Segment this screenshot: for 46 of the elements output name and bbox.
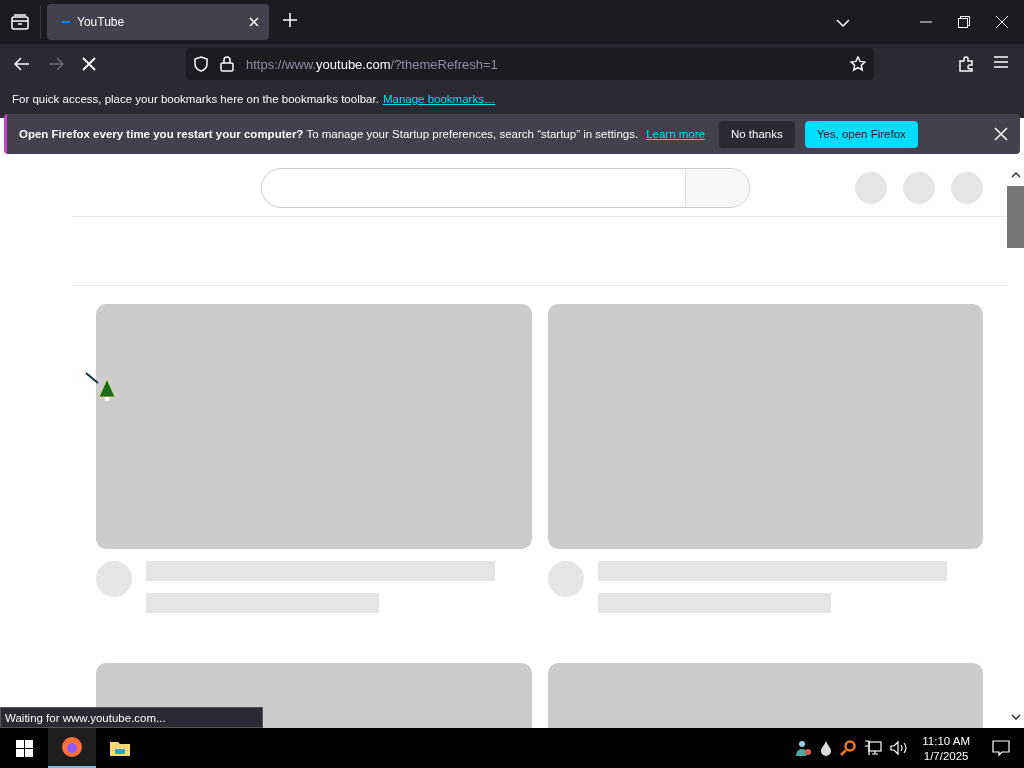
tab-list-icon[interactable] [11, 14, 29, 30]
lock-icon [220, 56, 234, 72]
folder-icon[interactable] [109, 739, 131, 757]
icon-placeholder [903, 172, 935, 204]
tab-title: YouTube [77, 15, 126, 29]
browser-tab[interactable]: YouTube [47, 4, 269, 40]
url-text: https://www.youtube.com/?themeRefresh=1 [246, 56, 499, 72]
address-bar[interactable]: https://www.youtube.com/?themeRefresh=1 [186, 48, 874, 80]
list-tabs-icon[interactable] [836, 19, 850, 27]
scrollbar-thumb[interactable] [1007, 186, 1024, 248]
stop-icon[interactable] [82, 57, 96, 71]
volume-icon[interactable] [890, 740, 909, 756]
close-icon[interactable] [249, 17, 259, 27]
tree-cursor-icon [84, 371, 118, 403]
close-icon[interactable] [994, 127, 1008, 141]
bookmark-star-icon[interactable] [850, 56, 866, 72]
scroll-down-icon[interactable] [1010, 714, 1021, 720]
avatar-placeholder [548, 561, 584, 597]
manage-bookmarks-link[interactable]: Manage bookmarks… [382, 93, 496, 105]
windows-start-icon[interactable] [15, 739, 33, 757]
close-window-icon[interactable] [996, 16, 1008, 28]
drop-icon[interactable] [820, 740, 833, 756]
scroll-up-icon[interactable] [1010, 172, 1021, 178]
notification-center-icon[interactable] [992, 739, 1010, 757]
open-firefox-button[interactable]: Yes, open Firefox [804, 120, 918, 148]
new-tab-icon[interactable] [283, 13, 297, 27]
shield-icon [194, 56, 208, 72]
network-icon[interactable] [864, 740, 883, 756]
clock-date[interactable]: 1/7/2025 [923, 749, 969, 762]
avatar-placeholder [96, 561, 132, 597]
back-icon[interactable] [14, 57, 30, 71]
menu-icon[interactable] [994, 56, 1008, 68]
magnifier-icon[interactable] [840, 740, 857, 756]
taskbar-app[interactable] [48, 728, 96, 768]
bookmarks-hint: For quick access, place your bookmarks here on the bookmarks toolbar. [12, 93, 379, 105]
status-text: Waiting for www.youtube.com... [0, 707, 263, 728]
icon-placeholder [855, 172, 887, 204]
people-icon[interactable] [794, 739, 813, 757]
no-thanks-button[interactable]: No thanks [718, 120, 795, 148]
firefox-icon[interactable] [61, 736, 83, 758]
learn-more-link[interactable]: Learn more [646, 128, 705, 140]
notification-message: Open Firefox every time you restart your computer? To manage your Startup preferences, search “startup” in settings. [19, 128, 639, 140]
avatar-placeholder [951, 172, 983, 204]
clock-time[interactable]: 11:10 AM [922, 734, 970, 747]
restore-icon[interactable] [958, 16, 970, 28]
extensions-icon[interactable] [958, 56, 974, 72]
